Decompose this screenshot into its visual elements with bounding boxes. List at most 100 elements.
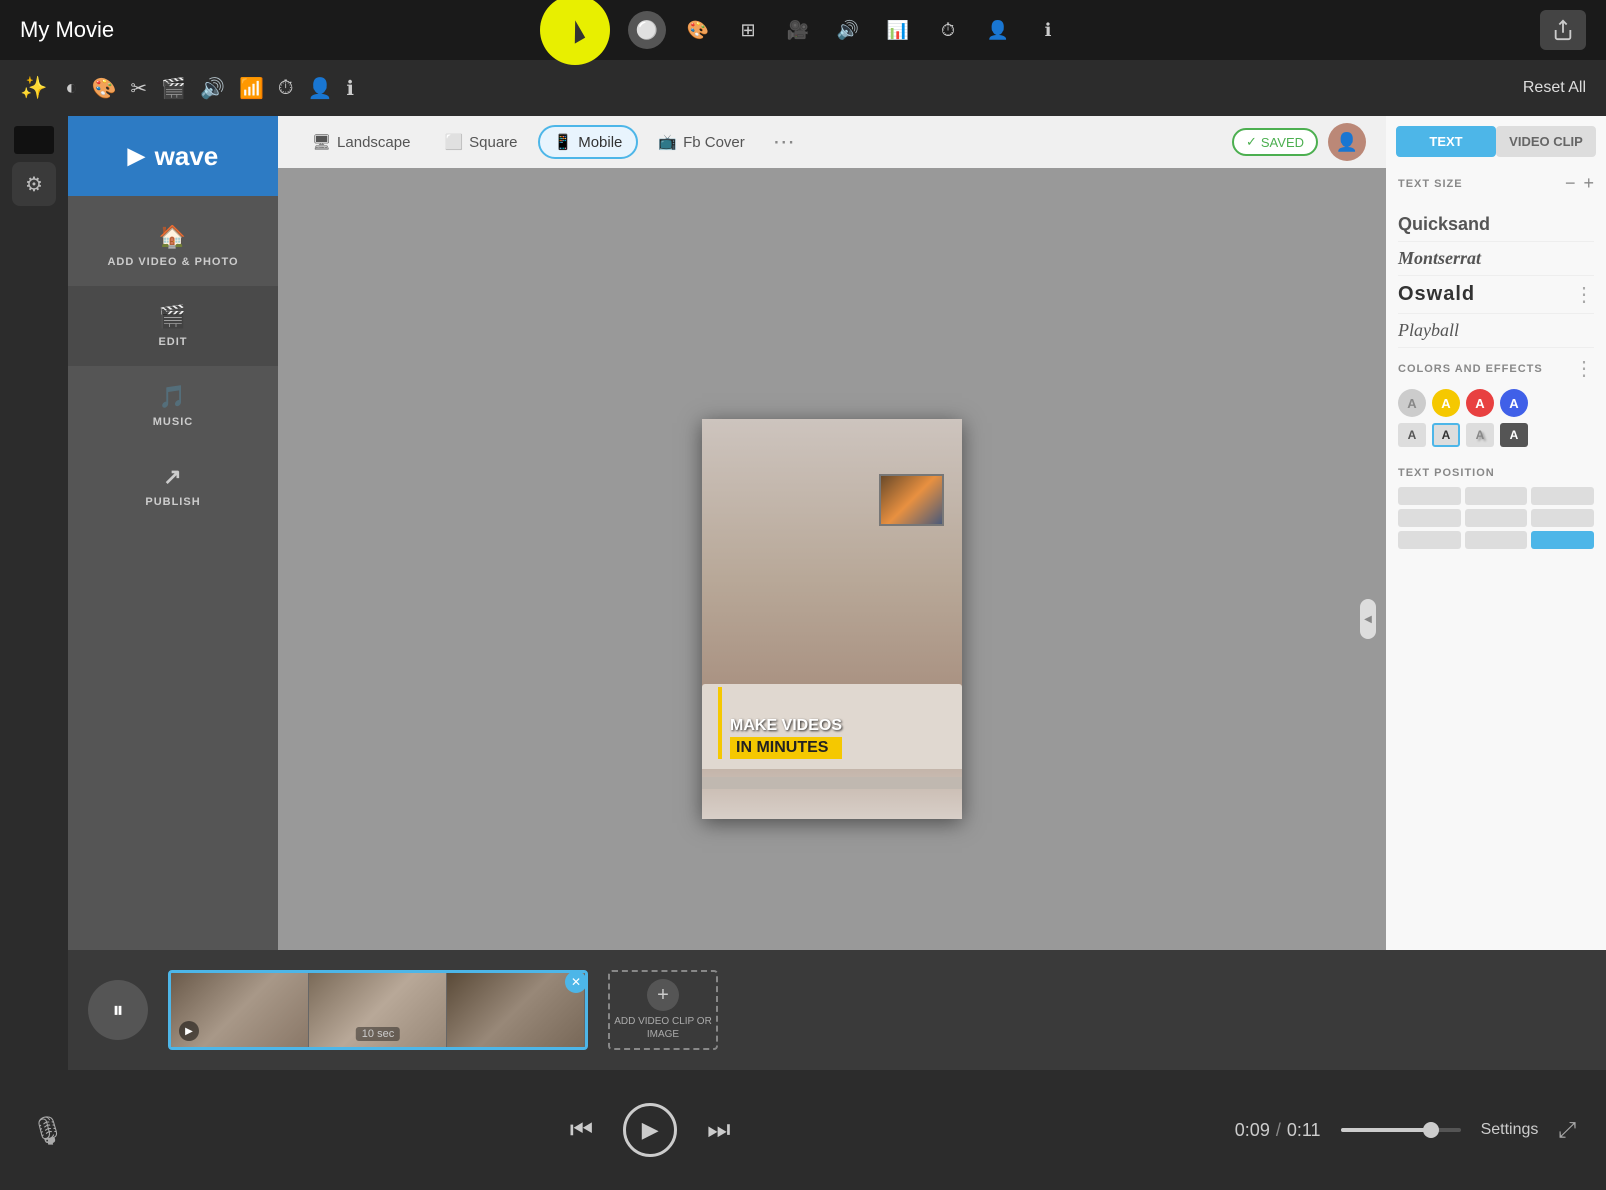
info-icon[interactable]: ℹ	[1030, 12, 1066, 48]
pos-mid-left[interactable]	[1398, 509, 1461, 527]
info-tool-icon[interactable]: ℹ	[346, 76, 354, 101]
nav-item-publish[interactable]: ↗ PUBLISH	[68, 446, 278, 526]
time-display: 0:09 / 0:11	[1235, 1120, 1321, 1141]
clip-close-button[interactable]: ✕	[565, 971, 587, 993]
magic-wand-icon[interactable]: ✨	[20, 75, 47, 101]
skip-forward-button[interactable]: ⏭	[707, 1114, 730, 1146]
settings-button[interactable]: Settings	[1481, 1121, 1539, 1139]
time-separator: /	[1276, 1120, 1281, 1141]
crop-tool-icon[interactable]: ✂	[130, 76, 147, 101]
pos-bot-right[interactable]	[1531, 531, 1594, 549]
progress-fill	[1341, 1128, 1431, 1132]
effect-background[interactable]: A	[1500, 423, 1528, 447]
color-red[interactable]: A	[1466, 389, 1494, 417]
wave-logo-text: wave	[155, 141, 219, 172]
people-icon[interactable]: 👤	[980, 12, 1016, 48]
skip-back-button[interactable]: ⏮	[570, 1114, 593, 1146]
nav-item-add-video-label: ADD VIDEO & PHOTO	[107, 256, 238, 268]
play-icon: ▶	[642, 1117, 659, 1143]
publish-icon: ↗	[163, 464, 182, 490]
nav-item-edit[interactable]: 🎬 EDIT	[68, 286, 278, 366]
filter-tool-icon[interactable]: ◐	[65, 77, 77, 100]
pos-mid-center[interactable]	[1465, 509, 1528, 527]
pos-bot-left[interactable]	[1398, 531, 1461, 549]
text-overlay: MAKE VIDEOS IN MINUTES	[718, 716, 946, 759]
pos-mid-right[interactable]	[1531, 509, 1594, 527]
tab-square[interactable]: ⬜ Square	[430, 127, 531, 157]
camera-icon[interactable]: 🎥	[780, 12, 816, 48]
effect-outline[interactable]: A	[1432, 423, 1460, 447]
tool-icons-group: ◐ 🎨 ✂ 🎬 🔊 📶 ⏱ 👤 ℹ	[65, 76, 354, 101]
audio-tool-icon[interactable]: 🔊	[200, 76, 225, 101]
pos-top-right[interactable]	[1531, 487, 1594, 505]
bottom-controls: 🎙 ⏮ ▶ ⏭ 0:09 / 0:11 Settings ⤢	[0, 1070, 1606, 1190]
tab-landscape[interactable]: 🖥 Landscape	[298, 127, 424, 157]
sofa-base	[702, 777, 962, 789]
landscape-icon: 🖥	[312, 133, 331, 151]
progress-thumb[interactable]	[1423, 1122, 1439, 1138]
audio-icon[interactable]: 🔊	[830, 12, 866, 48]
filter-icon[interactable]: ⚪	[628, 11, 666, 49]
reset-all-button[interactable]: Reset All	[1523, 79, 1586, 97]
nav-item-music[interactable]: 🎵 MUSIC	[68, 366, 278, 446]
timer-icon[interactable]: ⏱	[278, 77, 294, 100]
pause-button[interactable]: ⏸	[88, 980, 148, 1040]
tab-text[interactable]: TEXT	[1396, 126, 1496, 157]
decrease-size-button[interactable]: −	[1565, 173, 1576, 194]
panel-resize-handle[interactable]: ◀	[1360, 599, 1376, 639]
colors-row: A A A A	[1398, 389, 1594, 417]
crop-icon[interactable]: ⊞	[730, 12, 766, 48]
color-blue[interactable]: A	[1500, 389, 1528, 417]
cursor-indicator	[540, 0, 610, 65]
font-item-montserrat[interactable]: Montserrat	[1398, 242, 1594, 276]
nav-items: 🏠 ADD VIDEO & PHOTO 🎬 EDIT 🎵 MUSIC ↗ PUB…	[68, 196, 278, 1070]
clip-play-button[interactable]: ▶	[179, 1021, 199, 1041]
expand-icon[interactable]: ⤢	[1558, 1117, 1576, 1143]
speed-icon[interactable]: ⏱	[930, 12, 966, 48]
timeline-clip[interactable]: ✕ ▶ 10 sec	[168, 970, 588, 1050]
bar-chart-icon[interactable]: 📶	[239, 76, 264, 101]
effect-shadow[interactable]: A	[1466, 423, 1494, 447]
pos-top-left[interactable]	[1398, 487, 1461, 505]
square-icon: ⬜	[444, 133, 463, 151]
tab-mobile[interactable]: 📱 Mobile	[538, 125, 639, 159]
cursor-arrow-icon	[565, 20, 585, 43]
format-tabs-right: ✓ SAVED 👤	[1232, 123, 1366, 161]
canvas-area: 🖥 Landscape ⬜ Square 📱 Mobile 📺 Fb Cover…	[278, 116, 1386, 1070]
font-more-icon[interactable]: ⋮	[1574, 282, 1594, 307]
color-yellow[interactable]: A	[1432, 389, 1460, 417]
font-item-quicksand[interactable]: Quicksand	[1398, 208, 1594, 242]
bottom-left: 🎙	[30, 1114, 66, 1147]
settings-gear-icon[interactable]: ⚙	[12, 162, 56, 206]
tab-video-clip[interactable]: VIDEO CLIP	[1496, 126, 1596, 157]
wave-play-icon: ▶	[128, 143, 145, 169]
pos-top-center[interactable]	[1465, 487, 1528, 505]
colors-more-icon[interactable]: ⋮	[1574, 356, 1594, 381]
nav-item-music-label: MUSIC	[153, 416, 193, 428]
effect-none[interactable]: A	[1398, 423, 1426, 447]
main-layout: ▶ wave 🏠 ADD VIDEO & PHOTO 🎬 EDIT 🎵 MUSI…	[68, 116, 1606, 1070]
user-avatar[interactable]: 👤	[1328, 123, 1366, 161]
format-more-icon[interactable]: ⋯	[765, 129, 803, 155]
add-clip-box[interactable]: + ADD VIDEO CLIP OR IMAGE	[608, 970, 718, 1050]
play-button[interactable]: ▶	[623, 1103, 677, 1157]
position-section: TEXT POSITION	[1386, 455, 1606, 557]
increase-size-button[interactable]: +	[1583, 173, 1594, 194]
progress-track[interactable]	[1341, 1128, 1461, 1132]
color-tool-icon[interactable]: 🎨	[92, 76, 117, 101]
nav-item-add-video[interactable]: 🏠 ADD VIDEO & PHOTO	[68, 206, 278, 286]
bottom-center: ⏮ ▶ ⏭	[570, 1103, 731, 1157]
color-gray[interactable]: A	[1398, 389, 1426, 417]
font-item-oswald[interactable]: Oswald ⋮	[1398, 276, 1594, 314]
font-item-playball[interactable]: Playball	[1398, 314, 1594, 348]
font-playball-label: Playball	[1398, 320, 1459, 340]
tab-fb-cover[interactable]: 📺 Fb Cover	[644, 127, 758, 157]
chart-icon[interactable]: 📊	[880, 12, 916, 48]
share-button[interactable]	[1540, 10, 1586, 50]
user-icon[interactable]: 👤	[308, 76, 333, 101]
pos-bot-center[interactable]	[1465, 531, 1528, 549]
palette-icon[interactable]: 🎨	[680, 12, 716, 48]
video-tool-icon[interactable]: 🎬	[161, 76, 186, 101]
saved-badge: ✓ SAVED	[1232, 128, 1318, 156]
microphone-icon[interactable]: 🎙	[30, 1114, 66, 1147]
